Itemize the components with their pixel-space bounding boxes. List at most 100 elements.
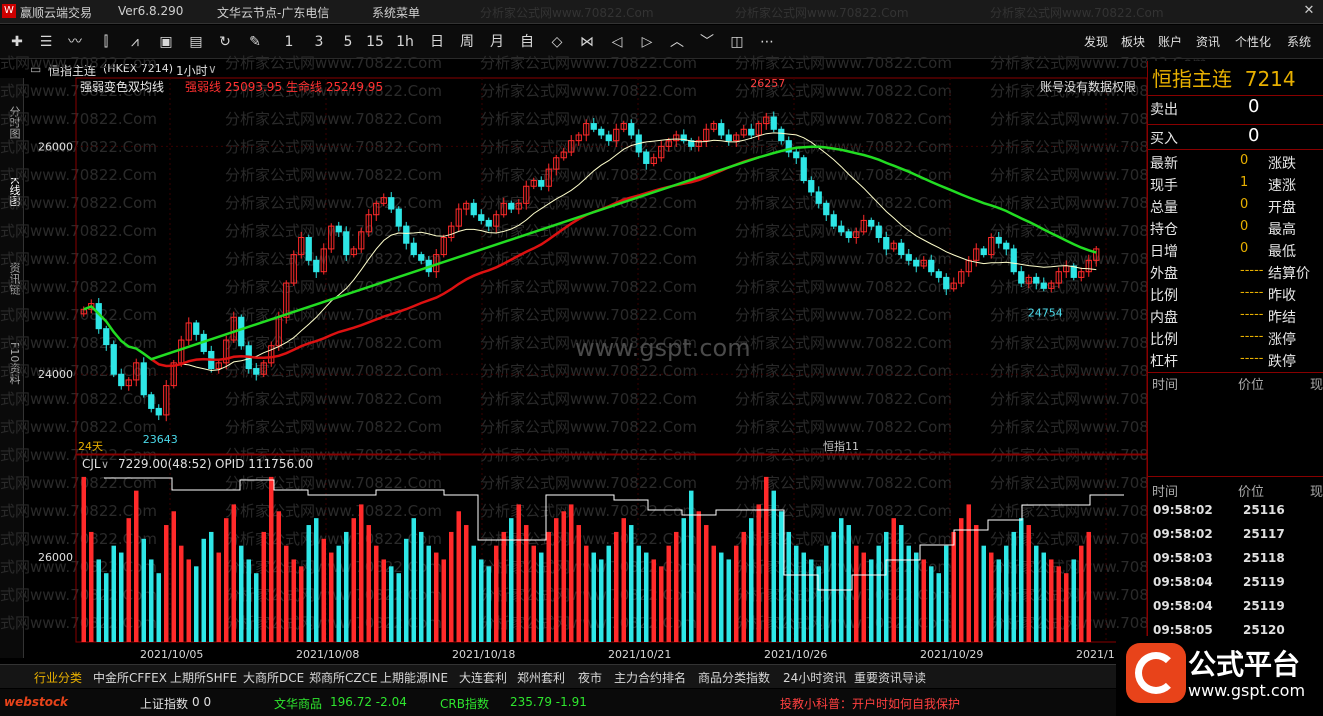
exchange-tab[interactable]: 主力合约排名 — [614, 669, 686, 686]
watermark-text: 分析家公式网www.70822.Com — [480, 502, 697, 520]
ticks-header2-vol: 现 — [1310, 485, 1323, 500]
candle-body — [928, 259, 935, 273]
exchange-tab[interactable]: 行业分类 — [34, 669, 82, 686]
watermark-text: 分析家公式网www.70822.Com — [735, 54, 952, 72]
exchange-tab[interactable]: 郑州套利 — [517, 669, 565, 686]
tick-price: 25120 — [1243, 623, 1285, 637]
stat-label-right: 跌停 — [1268, 354, 1296, 370]
exchange-tab[interactable]: 大连套利 — [459, 669, 507, 686]
volume-bar — [659, 566, 664, 642]
watermark-text: 分析家公式网www.70822.Com — [225, 278, 442, 296]
stat-label-right: 最高 — [1268, 222, 1296, 238]
tick-row: 09:58:04 25119 — [1148, 571, 1323, 595]
volume-bar — [764, 476, 769, 642]
watermark-text: 分析家公式网www.70822.Com — [0, 502, 157, 520]
tick-time: 09:58:03 — [1153, 551, 1213, 565]
candle-body — [943, 276, 950, 290]
volume-label[interactable]: CJL — [82, 457, 101, 471]
exchange-tab[interactable]: 重要资讯导读 — [854, 669, 926, 686]
stat-value: ----- — [1240, 307, 1264, 322]
exchange-tab[interactable]: 夜市 — [578, 669, 602, 686]
candle-body — [875, 225, 882, 239]
volume-bar — [524, 525, 529, 642]
candle-body — [193, 322, 200, 335]
candle-body — [838, 225, 845, 233]
stat-value: ----- — [1240, 285, 1264, 300]
watermark-text: 分析家公式网www.70822.Com — [735, 390, 952, 408]
index1-label[interactable]: 上证指数 — [140, 695, 188, 712]
sub-contract-label: 恒指11 — [823, 439, 859, 453]
stat-value: 0 — [1240, 241, 1249, 256]
volume-bar — [614, 531, 619, 642]
candle-body — [868, 219, 875, 227]
x-tick-label: 2021/10/08 — [296, 648, 359, 661]
candle-body — [538, 180, 545, 187]
volume-bar — [179, 545, 184, 642]
ticks-header2-price: 价位 — [1238, 485, 1265, 500]
volume-bar — [569, 504, 574, 642]
volume-bar — [921, 559, 926, 642]
volume-bar — [929, 566, 934, 642]
tick-price: 25119 — [1243, 575, 1285, 589]
volume-bar — [269, 476, 274, 642]
volume-bar — [1026, 525, 1031, 642]
quote-stat-row: 总量 0 开盘 — [1148, 194, 1323, 216]
volume-bar — [861, 552, 866, 642]
volume-bar — [254, 573, 259, 642]
quote-stat-row: 比例 ----- 昨收 — [1148, 282, 1323, 304]
candle-body — [725, 134, 732, 142]
candle-body — [590, 123, 597, 130]
quote-stat-row: 日增 0 最低 — [1148, 238, 1323, 260]
volume-bar — [756, 504, 761, 642]
quote-stat-row: 杠杆 ----- 跌停 — [1148, 348, 1323, 370]
watermark-text: 分析家公式网www.70822.Com — [480, 418, 697, 436]
volume-bar — [734, 545, 739, 642]
candle-body — [598, 128, 605, 136]
candle-body — [470, 202, 477, 216]
candle-body — [140, 362, 147, 396]
volume-bar — [119, 552, 124, 642]
kline-chart[interactable]: 分析家公式网www.70822.Com 分析家公式网www.70822.Com 分析… — [0, 0, 1323, 716]
exchange-tab[interactable]: 上期所SHFE — [170, 669, 237, 686]
exchange-tab[interactable]: 商品分类指数 — [698, 669, 770, 686]
exchange-tab[interactable]: 郑商所CZCE — [309, 669, 378, 686]
stat-value: 1 — [1240, 175, 1249, 190]
news-ticker[interactable]: 投教小科普：开户时如何自我保护 — [780, 695, 960, 712]
candle-body — [883, 237, 890, 250]
volume-bar — [231, 504, 236, 642]
x-tick-label: 2021/10/21 — [608, 648, 671, 661]
volume-bar — [464, 525, 469, 642]
volume-bar — [839, 518, 844, 642]
volume-bar — [486, 566, 491, 642]
exchange-tab[interactable]: 上期能源INE — [380, 669, 448, 686]
ticks-header-vol: 现 — [1310, 378, 1323, 393]
exchange-tab[interactable]: 大商所DCE — [243, 669, 304, 686]
candle-body — [118, 373, 125, 387]
candle-body — [403, 225, 410, 244]
exchange-tab[interactable]: 中金所CFFEX — [93, 669, 167, 686]
index2-label[interactable]: 文华商品 — [274, 695, 322, 712]
ticks-header-time: 时间 — [1152, 378, 1179, 393]
watermark-text: 分析家公式网www.70822.Com — [480, 54, 697, 72]
volume-bar — [704, 525, 709, 642]
index3-label[interactable]: CRB指数 — [440, 695, 489, 712]
volume-bar — [201, 538, 206, 642]
volume-bar — [794, 545, 799, 642]
price-annotation: 26257 — [750, 77, 785, 90]
watermark-text: 分析家公式网www.70822.Com — [225, 530, 442, 548]
volume-bar — [531, 545, 536, 642]
opid-value: OPID 111756.00 — [215, 457, 313, 471]
volume-bar — [1064, 573, 1069, 642]
x-tick-label: 2021/10/29 — [920, 648, 983, 661]
candle-body — [778, 128, 785, 142]
volume-chevron-icon[interactable]: ∨ — [101, 458, 109, 471]
volume-bar — [561, 511, 566, 642]
watermark-text: 分析家公式网www.70822.Com — [735, 138, 952, 156]
volume-bar — [666, 545, 671, 642]
watermark-text: 分析家公式网www.70822.Com — [225, 418, 442, 436]
candle-body — [830, 214, 837, 227]
exchange-tab[interactable]: 24小时资讯 — [783, 669, 846, 686]
candle-body — [253, 368, 260, 375]
no-permission-label: 账号没有数据权限 — [1040, 79, 1136, 94]
quote-panel: 恒指主连 7214 卖出 0 买入 0 最新 0 涨跌 现手 1 速涨 总量 0 开盘 持仓 0 最高… — [1147, 61, 1323, 661]
